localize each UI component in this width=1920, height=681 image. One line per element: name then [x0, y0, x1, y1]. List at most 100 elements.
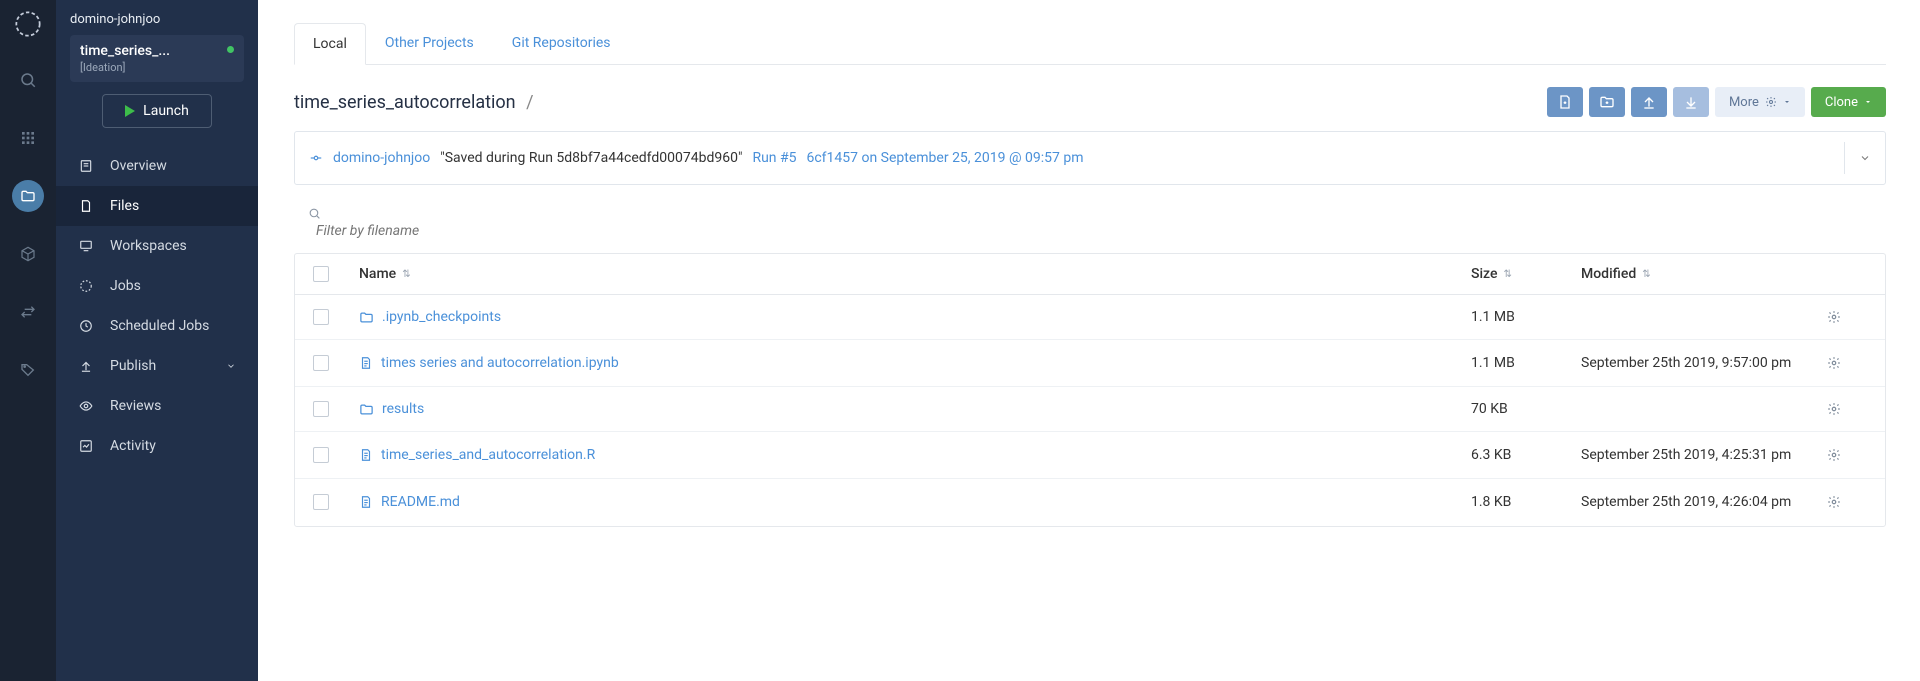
row-checkbox[interactable]: [313, 309, 329, 325]
filter-input[interactable]: [308, 223, 568, 239]
row-gear-icon[interactable]: [1827, 402, 1867, 416]
commit-expand[interactable]: [1844, 142, 1871, 174]
file-name: .ipynb_checkpoints: [382, 309, 501, 325]
workspace-name: domino-johnjoo: [70, 12, 244, 33]
project-card[interactable]: time_series_... [Ideation]: [70, 35, 244, 82]
file-icon: [359, 356, 373, 370]
new-file-button[interactable]: [1547, 87, 1583, 117]
file-link[interactable]: .ipynb_checkpoints: [359, 309, 501, 325]
col-size[interactable]: Size ⇅: [1471, 266, 1581, 282]
file-modified: September 25th 2019, 4:26:04 pm: [1581, 493, 1827, 511]
file-link[interactable]: time_series_and_autocorrelation.R: [359, 447, 595, 463]
nav-jobs[interactable]: Jobs: [56, 266, 258, 306]
breadcrumb-sep: /: [526, 92, 533, 113]
row-checkbox[interactable]: [313, 355, 329, 371]
nav-publish[interactable]: Publish: [56, 346, 258, 386]
tab-local[interactable]: Local: [294, 23, 366, 65]
file-size: 1.8 KB: [1471, 494, 1581, 510]
nav-files[interactable]: Files: [56, 186, 258, 226]
commit-run[interactable]: Run #5: [752, 150, 796, 166]
folder-icon[interactable]: [12, 180, 44, 212]
folder-icon: [359, 310, 374, 325]
table-row: results 70 KB: [295, 387, 1885, 432]
nav-list: Overview Files Workspaces Jobs Scheduled…: [56, 146, 258, 466]
caret-down-icon: [1864, 98, 1872, 106]
commit-hash-time[interactable]: 6cf1457 on September 25, 2019 @ 09:57 pm: [806, 150, 1083, 166]
commit-icon: [309, 151, 323, 165]
download-icon: [1683, 94, 1699, 110]
col-modified[interactable]: Modified ⇅: [1581, 266, 1827, 282]
new-folder-button[interactable]: [1589, 87, 1625, 117]
file-size: 70 KB: [1471, 401, 1581, 417]
sidebar-header: domino-johnjoo time_series_... [Ideation…: [56, 0, 258, 142]
file-link[interactable]: README.md: [359, 494, 460, 510]
commit-bar: domino-johnjoo "Saved during Run 5d8bf7a…: [294, 131, 1886, 185]
file-size: 1.1 MB: [1471, 355, 1581, 371]
more-button[interactable]: More: [1715, 87, 1805, 117]
tag-icon[interactable]: [12, 354, 44, 386]
select-all-checkbox[interactable]: [313, 266, 329, 282]
table-row: time_series_and_autocorrelation.R 6.3 KBS…: [295, 432, 1885, 479]
file-link[interactable]: times series and autocorrelation.ipynb: [359, 355, 619, 371]
file-size: 1.1 MB: [1471, 309, 1581, 325]
icon-rail: [0, 0, 56, 681]
col-name[interactable]: Name ⇅: [359, 266, 1471, 282]
row-checkbox[interactable]: [313, 447, 329, 463]
table-row: README.md 1.8 KBSeptember 25th 2019, 4:26…: [295, 479, 1885, 525]
cube-icon[interactable]: [12, 238, 44, 270]
launch-label: Launch: [143, 103, 189, 119]
commit-message: "Saved during Run 5d8bf7a44cedfd00074bd9…: [440, 150, 742, 166]
tab-git-repos[interactable]: Git Repositories: [493, 22, 630, 64]
row-checkbox[interactable]: [313, 494, 329, 510]
download-button[interactable]: [1673, 87, 1709, 117]
apps-icon[interactable]: [12, 122, 44, 154]
sort-icon: ⇅: [1642, 269, 1650, 280]
upload-button[interactable]: [1631, 87, 1667, 117]
play-icon: [125, 105, 135, 117]
file-name: README.md: [381, 494, 460, 510]
table-row: times series and autocorrelation.ipynb 1.…: [295, 340, 1885, 387]
row-checkbox[interactable]: [313, 401, 329, 417]
row-gear-icon[interactable]: [1827, 356, 1867, 370]
eye-icon: [78, 398, 94, 414]
transfer-icon[interactable]: [12, 296, 44, 328]
commit-author[interactable]: domino-johnjoo: [333, 150, 430, 166]
chevron-down-icon: [226, 361, 236, 371]
clone-button[interactable]: Clone: [1811, 87, 1886, 117]
clock-icon: [78, 318, 94, 334]
search-icon[interactable]: [12, 64, 44, 96]
folder-plus-icon: [1599, 94, 1615, 110]
nav-scheduled-jobs[interactable]: Scheduled Jobs: [56, 306, 258, 346]
filter-row: [294, 185, 1886, 253]
folder-icon: [359, 402, 374, 417]
monitor-icon: [78, 238, 94, 254]
launch-button[interactable]: Launch: [102, 94, 212, 128]
file-name: time_series_and_autocorrelation.R: [381, 447, 595, 463]
upload-icon: [78, 358, 94, 374]
nav-reviews[interactable]: Reviews: [56, 386, 258, 426]
sort-icon: ⇅: [1503, 269, 1511, 280]
nav-workspaces[interactable]: Workspaces: [56, 226, 258, 266]
file-name: results: [382, 401, 424, 417]
main: Local Other Projects Git Repositories ti…: [258, 0, 1920, 681]
table-row: .ipynb_checkpoints 1.1 MB: [295, 295, 1885, 340]
nav-activity[interactable]: Activity: [56, 426, 258, 466]
sort-icon: ⇅: [402, 269, 410, 280]
file-modified: September 25th 2019, 4:25:31 pm: [1581, 446, 1827, 464]
file-modified: September 25th 2019, 9:57:00 pm: [1581, 354, 1827, 372]
status-dot-icon: [227, 46, 234, 53]
row-gear-icon[interactable]: [1827, 448, 1867, 462]
row-gear-icon[interactable]: [1827, 495, 1867, 509]
doc-icon: [78, 158, 94, 174]
nav-overview[interactable]: Overview: [56, 146, 258, 186]
file-size: 6.3 KB: [1471, 447, 1581, 463]
gear-icon: [1765, 96, 1777, 108]
project-name: time_series_...: [80, 43, 234, 59]
project-status: [Ideation]: [80, 61, 234, 74]
app-logo-icon: [14, 10, 42, 38]
file-icon: [359, 495, 373, 509]
spinner-icon: [78, 278, 94, 294]
row-gear-icon[interactable]: [1827, 310, 1867, 324]
tab-other-projects[interactable]: Other Projects: [366, 22, 493, 64]
file-link[interactable]: results: [359, 401, 424, 417]
